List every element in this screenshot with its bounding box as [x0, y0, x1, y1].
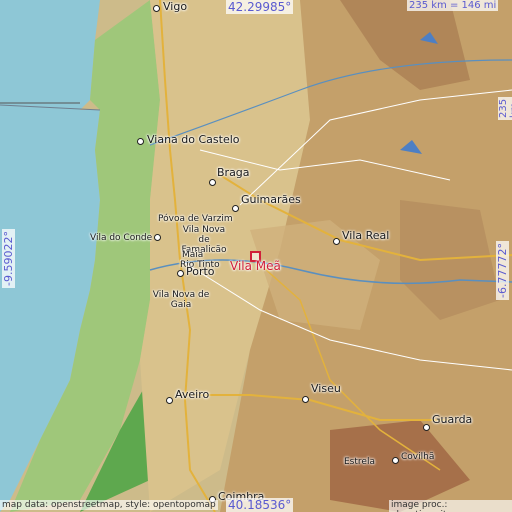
- city-dot-vila-do-conde: [154, 234, 161, 241]
- topographic-map[interactable]: Vigo Viana do Castelo Braga Guimarães Pó…: [0, 0, 512, 512]
- city-covilha[interactable]: Covilhã: [401, 452, 434, 462]
- scale-vertical: 235 km = 146 mi: [498, 96, 512, 120]
- city-vila-nova-de-gaia[interactable]: Vila Nova de Gaia: [150, 290, 212, 310]
- city-dot-braga: [209, 179, 216, 186]
- city-dot-guarda: [423, 424, 430, 431]
- coord-right: -6.77772°: [496, 241, 509, 300]
- city-dot-porto: [177, 270, 184, 277]
- city-dot-vila-real: [333, 238, 340, 245]
- city-dot-aveiro: [166, 397, 173, 404]
- city-guimaraes[interactable]: Guimarães: [241, 194, 301, 206]
- city-dot-vigo: [153, 5, 160, 12]
- city-dot-viseu: [302, 396, 309, 403]
- city-povoa-de-varzim[interactable]: Póvoa de Varzim: [158, 214, 233, 224]
- city-viana-do-castelo[interactable]: Viana do Castelo: [147, 134, 240, 146]
- city-dot-guimaraes: [232, 205, 239, 212]
- attribution-right: image proc.: elevation.city: [389, 500, 512, 512]
- city-estrela[interactable]: Estrela: [344, 457, 375, 467]
- city-dot-viana: [137, 138, 144, 145]
- city-viseu[interactable]: Viseu: [311, 383, 341, 395]
- city-braga[interactable]: Braga: [217, 167, 250, 179]
- coord-top: 42.29985°: [226, 0, 294, 14]
- city-porto[interactable]: Porto: [186, 266, 215, 278]
- city-maia[interactable]: Maia: [182, 250, 203, 260]
- city-vila-real[interactable]: Vila Real: [342, 230, 389, 242]
- attribution-left: map data: openstreetmap, style: opentopo…: [0, 500, 218, 510]
- location-label[interactable]: Vila Meã: [230, 259, 281, 273]
- city-guarda[interactable]: Guarda: [432, 414, 472, 426]
- coord-left: -9.59022°: [2, 229, 15, 288]
- coord-bottom: 40.18536°: [226, 498, 294, 512]
- city-aveiro[interactable]: Aveiro: [175, 389, 209, 401]
- city-vigo[interactable]: Vigo: [163, 1, 187, 13]
- city-vila-do-conde[interactable]: Vila do Conde: [90, 233, 152, 243]
- scale-horizontal: 235 km = 146 mi: [407, 0, 499, 11]
- city-dot-covilha: [392, 457, 399, 464]
